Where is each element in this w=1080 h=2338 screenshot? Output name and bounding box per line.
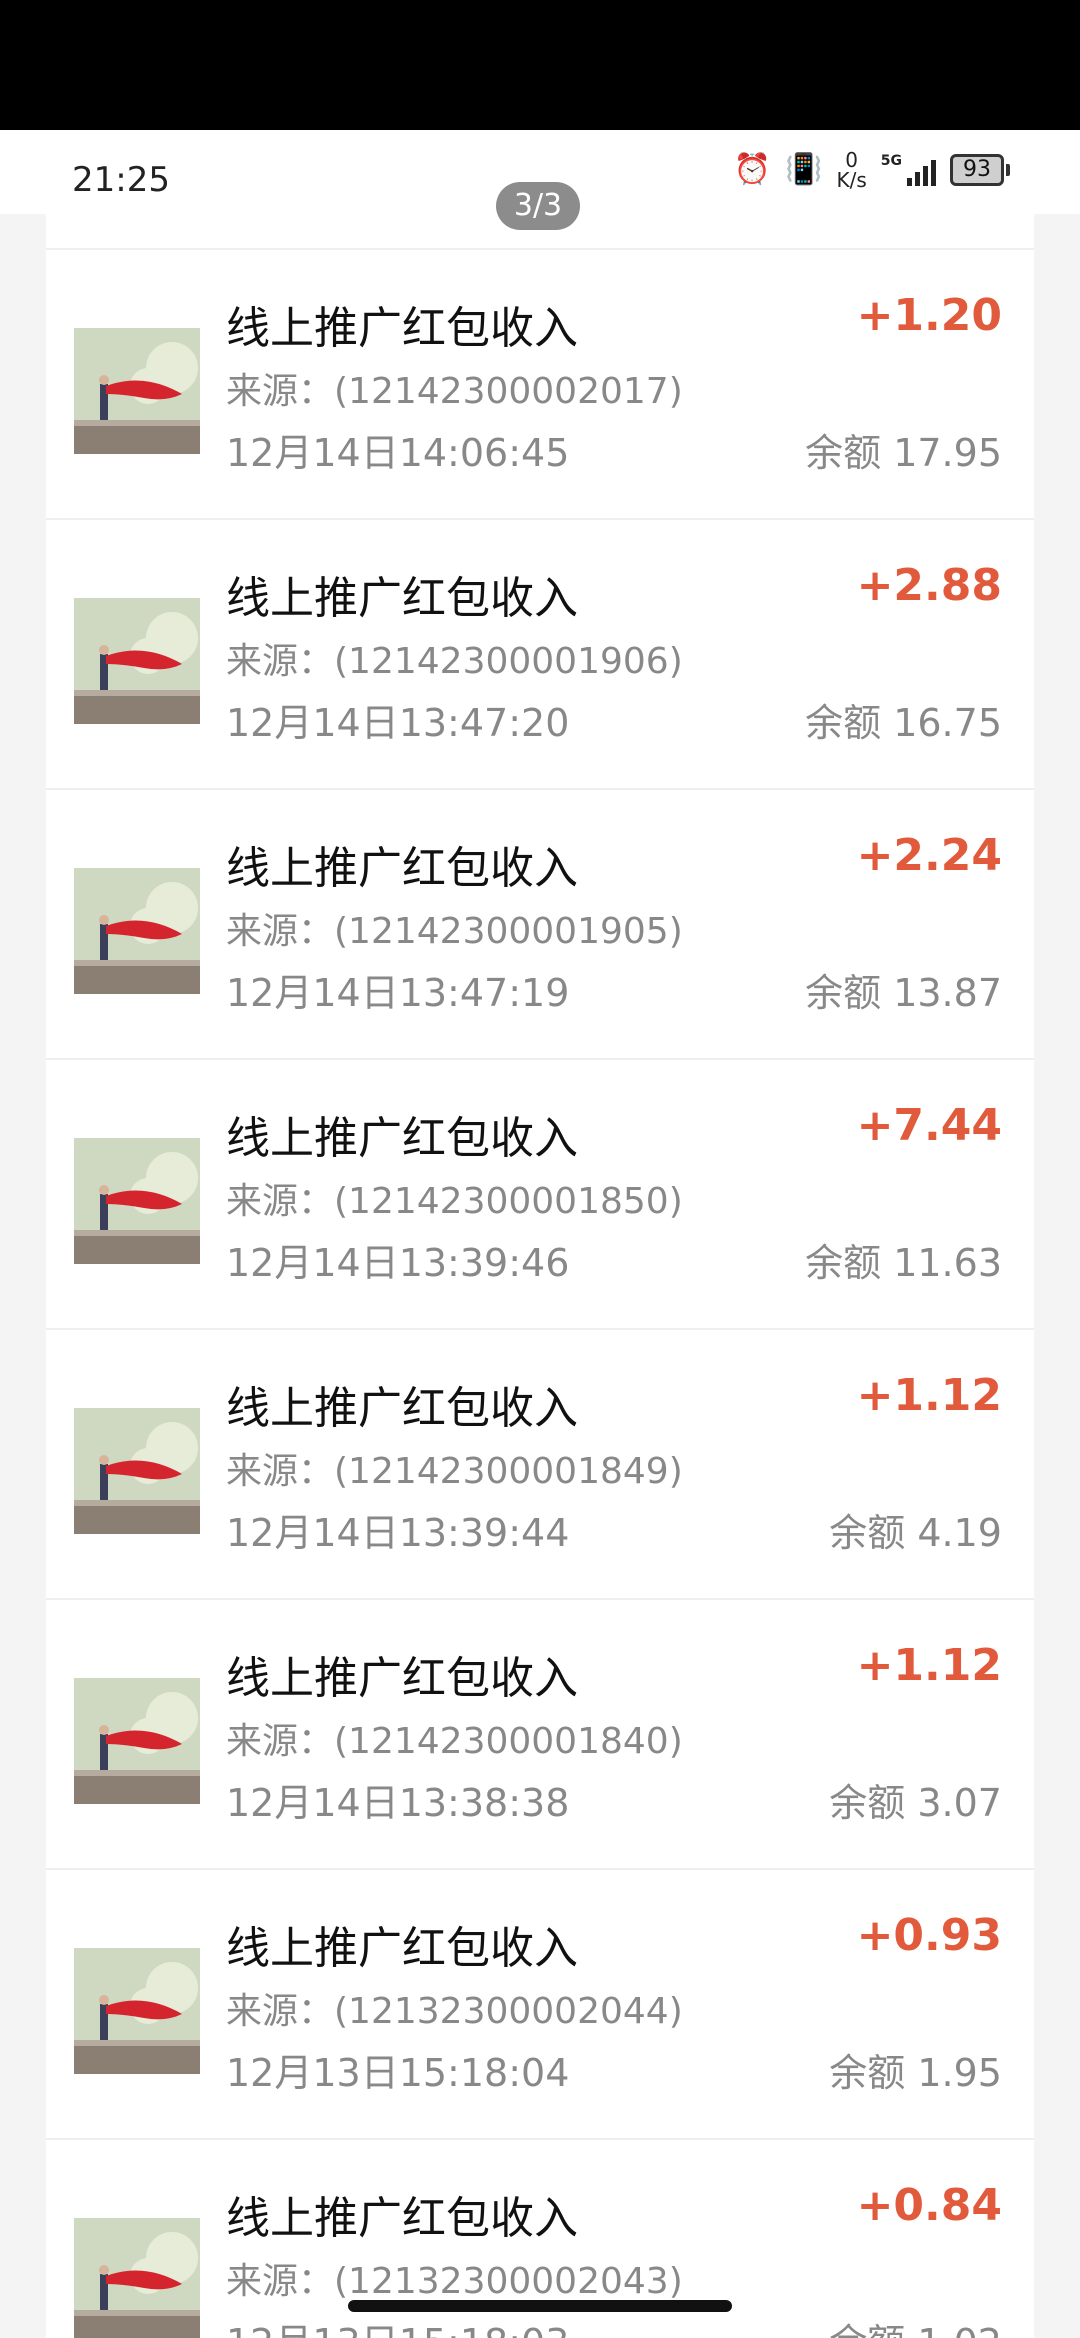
avatar-image-icon	[74, 1408, 200, 1534]
transaction-date: 12月14日13:39:44	[226, 1511, 570, 1555]
transaction-item[interactable]: 线上推广红包收入来源：(12132300002044) 12月13日15:18:0…	[46, 1870, 1034, 2138]
battery-level: 93	[950, 154, 1004, 186]
transaction-date: 12月14日13:47:20	[226, 701, 570, 745]
network-speed: 0 K/s	[836, 150, 866, 190]
transaction-title: 线上推广红包收入	[226, 1653, 578, 1704]
transaction-item[interactable]: 线上推广红包收入来源：(12142300001906) 12月14日13:47:2…	[46, 520, 1034, 788]
transaction-item[interactable]: 线上推广红包收入来源：(12142300001840) 12月14日13:38:3…	[46, 1600, 1034, 1868]
transaction-thumbnail	[74, 1138, 200, 1264]
network-speed-unit: K/s	[836, 168, 867, 192]
transaction-title: 线上推广红包收入	[226, 1383, 578, 1434]
transaction-thumbnail	[74, 868, 200, 994]
transaction-amount: +0.84	[856, 2180, 1002, 2231]
transaction-thumbnail	[74, 1678, 200, 1804]
transaction-balance: 余额 4.19	[829, 1511, 1002, 1555]
transaction-thumbnail	[74, 328, 200, 454]
transaction-amount: +1.12	[856, 1640, 1002, 1691]
transaction-source: 来源：(12142300001840)	[226, 1721, 683, 1762]
transaction-item[interactable]: 线上推广红包收入来源：(12142300001905) 12月14日13:47:1…	[46, 790, 1034, 1058]
transaction-amount: +7.44	[856, 1100, 1002, 1151]
alarm-icon: ⏰	[733, 152, 772, 187]
status-icons: ⏰ 📳 0 K/s 5G 93	[734, 150, 1010, 190]
transaction-thumbnail	[74, 1408, 200, 1534]
transaction-balance: 余额 17.95	[805, 431, 1002, 475]
transaction-date: 12月14日13:38:38	[226, 1781, 570, 1825]
transaction-balance: 余额 1.95	[829, 2051, 1002, 2095]
transaction-thumbnail	[74, 1948, 200, 2074]
transaction-item[interactable]: 线上推广红包收入来源：(12142300001850) 12月14日13:39:4…	[46, 1060, 1034, 1328]
transaction-title: 线上推广红包收入	[226, 573, 578, 624]
transaction-source: 来源：(12132300002044)	[226, 1991, 683, 2032]
transaction-source: 来源：(12142300001906)	[226, 641, 683, 682]
transaction-source: 来源：(12132300002043)	[226, 2261, 683, 2302]
transaction-amount: +1.12	[856, 1370, 1002, 1421]
avatar-image-icon	[74, 868, 200, 994]
transaction-item[interactable]: 线上推广红包收入来源：(12142300002017) 12月14日14:06:4…	[46, 250, 1034, 518]
transaction-source: 来源：(12142300001850)	[226, 1181, 683, 1222]
transaction-list[interactable]: 线上推广红包收入 来源：(12142300002017) 12月14日14:06:4…	[46, 214, 1034, 2338]
transaction-date: 12月13日15:18:04	[226, 2051, 570, 2095]
avatar-image-icon	[74, 2218, 200, 2338]
signal-label: 5G	[880, 153, 902, 169]
transaction-date: 12月14日14:06:45	[226, 431, 570, 475]
transaction-title: 线上推广红包收入	[226, 303, 578, 354]
avatar-image-icon	[74, 1138, 200, 1264]
transaction-amount: +2.24	[856, 830, 1002, 881]
transaction-title: 线上推广红包收入	[226, 1923, 578, 1974]
network-speed-value: 0	[845, 148, 858, 172]
transaction-amount: +2.88	[856, 560, 1002, 611]
page-indicator: 3/3	[496, 182, 580, 230]
transaction-thumbnail	[74, 598, 200, 724]
transaction-date: 12月14日13:39:46	[226, 1241, 570, 1285]
vibrate-icon: 📳	[785, 152, 823, 187]
transaction-source: 来源：(12142300001905)	[226, 911, 683, 952]
transaction-balance: 余额 3.07	[829, 1781, 1002, 1825]
transaction-thumbnail	[74, 2218, 200, 2338]
transaction-title: 线上推广红包收入	[226, 1113, 578, 1164]
transaction-title: 线上推广红包收入	[226, 2193, 578, 2244]
transaction-amount: +1.20	[856, 290, 1002, 341]
transaction-amount: +0.93	[856, 1910, 1002, 1961]
transaction-source: 来源：(12142300001849)	[226, 1451, 683, 1492]
avatar-image-icon	[74, 598, 200, 724]
avatar-image-icon	[74, 1678, 200, 1804]
transaction-title: 线上推广红包收入	[226, 843, 578, 894]
transaction-balance: 余额 16.75	[805, 701, 1002, 745]
avatar-image-icon	[74, 1948, 200, 2074]
transaction-balance: 余额 13.87	[805, 971, 1002, 1015]
status-time: 21:25	[72, 160, 170, 200]
transaction-balance: 余额 1.02	[829, 2312, 1002, 2338]
avatar-image-icon	[74, 328, 200, 454]
transaction-item[interactable]: 线上推广红包收入来源：(12142300001849) 12月14日13:39:4…	[46, 1330, 1034, 1598]
battery-icon: 93	[950, 154, 1010, 186]
transaction-balance: 余额 11.63	[805, 1241, 1002, 1285]
home-indicator[interactable]	[348, 2300, 732, 2312]
top-black-bar	[0, 0, 1080, 130]
transaction-date: 12月14日13:47:19	[226, 971, 570, 1015]
signal-icon: 5G	[881, 154, 936, 186]
transaction-source: 来源：(12142300002017)	[226, 371, 683, 412]
transaction-date: 12月13日15:18:03	[226, 2312, 569, 2338]
